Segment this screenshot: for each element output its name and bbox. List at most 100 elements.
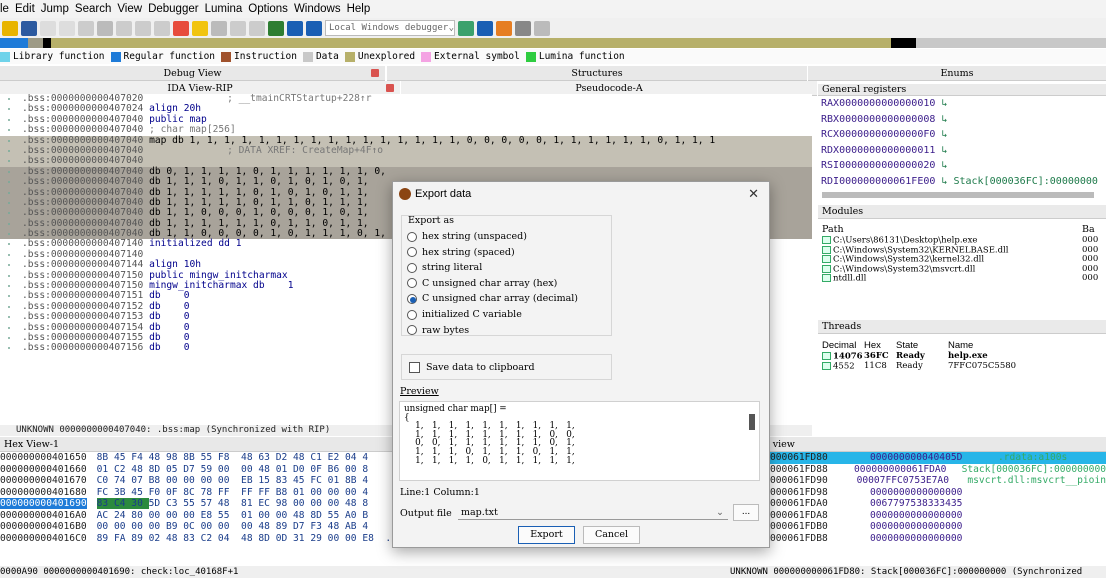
breakpoint-dot-icon[interactable]: [8, 170, 10, 173]
breakpoint-dot-icon[interactable]: [8, 233, 10, 236]
close-icon[interactable]: [386, 84, 394, 92]
stack-row[interactable]: 000061FD90 00007FFC0753E7A0 msvcrt.dll:msv…: [760, 475, 1106, 487]
breakpoint-dot-icon[interactable]: [8, 285, 10, 288]
export-option-radio[interactable]: string literal: [407, 262, 482, 273]
trace-icon[interactable]: [496, 20, 512, 36]
export-option-radio[interactable]: raw bytes: [407, 325, 469, 336]
menu-item-help[interactable]: Help: [347, 3, 371, 15]
debug-view-header[interactable]: Debug View: [0, 66, 385, 81]
data-icon[interactable]: [116, 20, 132, 36]
breakpoint-dot-icon[interactable]: [8, 201, 10, 204]
breakpoint-dot-icon[interactable]: [8, 160, 10, 163]
stack-row[interactable]: 000061FDA0 0067797538333435: [760, 498, 1106, 510]
enums-header[interactable]: Enums: [808, 66, 1106, 81]
stack-row[interactable]: 000061FD80 000000000040405D .rdata:a100s: [760, 452, 1106, 464]
breakpoint-dot-icon[interactable]: [8, 129, 10, 132]
menu-item-options[interactable]: Options: [248, 3, 288, 15]
menu-item-edit[interactable]: Edit: [15, 3, 35, 15]
registers-scrollbar[interactable]: [822, 192, 1094, 198]
breakpoint-dot-icon[interactable]: [8, 212, 10, 215]
back-icon[interactable]: [40, 20, 56, 36]
menu-item-lumina[interactable]: Lumina: [205, 3, 243, 15]
menu-item-view[interactable]: View: [117, 3, 142, 15]
menu-item-windows[interactable]: Windows: [294, 3, 341, 15]
register-row[interactable]: RDX0000000000000011 ↳: [818, 143, 1106, 159]
export-option-radio[interactable]: hex string (unspaced): [407, 231, 527, 242]
breakpoint-dot-icon[interactable]: [8, 118, 10, 121]
navigation-band[interactable]: [0, 38, 1106, 48]
alert-icon[interactable]: [173, 20, 189, 36]
preview-scrollbar[interactable]: [749, 414, 755, 430]
run-to-icon[interactable]: [515, 20, 531, 36]
chevron-down-icon[interactable]: ⌄: [716, 507, 724, 518]
clipboard-checkbox[interactable]: Save data to clipboard: [409, 362, 535, 373]
dialog-titlebar[interactable]: Export data: [393, 182, 769, 206]
register-row[interactable]: RAX0000000000000010 ↳: [818, 96, 1106, 112]
breakpoint-dot-icon[interactable]: [8, 191, 10, 194]
breakpoint-dot-icon[interactable]: [8, 149, 10, 152]
stack-row[interactable]: 000061FD88 000000000061FDA0 Stack[000036FC…: [760, 464, 1106, 476]
breakpoint-dot-icon[interactable]: [8, 253, 10, 256]
breakpoint-dot-icon[interactable]: [8, 316, 10, 319]
cancel-button[interactable]: Cancel: [583, 526, 640, 544]
export-option-radio[interactable]: C unsigned char array (decimal): [407, 293, 578, 304]
module-row[interactable]: ntdll.dll 000: [818, 273, 1106, 284]
stack-row[interactable]: 000061FDB8 0000000000000000: [760, 533, 1106, 545]
register-value[interactable]: 00000000000000F0: [839, 129, 935, 140]
export-option-radio[interactable]: C unsigned char array (hex): [407, 278, 557, 289]
debugger-select[interactable]: Local Windows debugger ⌄: [325, 20, 455, 36]
breakpoint-dot-icon[interactable]: [8, 347, 10, 350]
register-value[interactable]: 0000000000000008: [839, 114, 935, 125]
graph-icon[interactable]: [211, 20, 227, 36]
stack-row[interactable]: 000061FD98 0000000000000000: [760, 487, 1106, 499]
step-icon[interactable]: [477, 20, 493, 36]
register-value[interactable]: 000000000061FE00: [839, 176, 935, 187]
breakpoint-dot-icon[interactable]: [8, 222, 10, 225]
close-icon[interactable]: [371, 69, 379, 77]
register-row[interactable]: RCX00000000000000F0 ↳: [818, 127, 1106, 143]
breakpoint-dot-icon[interactable]: [8, 326, 10, 329]
stack-row[interactable]: 000061FDA8 0000000000000000: [760, 510, 1106, 522]
register-row[interactable]: RDI000000000061FE00 ↳ Stack[000036FC]:00…: [818, 174, 1106, 190]
bookmark-icon[interactable]: [97, 20, 113, 36]
register-value[interactable]: 0000000000000011: [839, 145, 935, 156]
output-file-input[interactable]: map.txt ⌄: [458, 505, 728, 520]
nav-icon[interactable]: [78, 20, 94, 36]
export-option-radio[interactable]: initialized C variable: [407, 309, 522, 320]
open-icon[interactable]: [2, 20, 18, 36]
function-icon[interactable]: [230, 20, 246, 36]
stop-icon[interactable]: [306, 20, 322, 36]
options-icon[interactable]: [534, 20, 550, 36]
forward-icon[interactable]: [59, 20, 75, 36]
export-option-radio[interactable]: hex string (spaced): [407, 247, 515, 258]
register-row[interactable]: RBX0000000000000008 ↳: [818, 112, 1106, 128]
breakpoint-dot-icon[interactable]: [8, 181, 10, 184]
menu-item-debugger[interactable]: Debugger: [148, 3, 199, 15]
register-row[interactable]: RSI0000000000000020 ↳: [818, 158, 1106, 174]
thread-row[interactable]: 4552 11C8 Ready 7FFC075C5580: [818, 361, 1106, 372]
menu-item-search[interactable]: Search: [75, 3, 111, 15]
cross-icon[interactable]: [249, 20, 265, 36]
breakpoint-dot-icon[interactable]: [8, 305, 10, 308]
play-icon[interactable]: [268, 20, 284, 36]
menu-item-jump[interactable]: Jump: [41, 3, 69, 15]
stack-view[interactable]: 000061FD80 000000000040405D .rdata:a100s 00…: [760, 452, 1106, 566]
breakpoint-dot-icon[interactable]: [8, 274, 10, 277]
attach-icon[interactable]: [458, 20, 474, 36]
text-icon[interactable]: [135, 20, 151, 36]
breakpoint-dot-icon[interactable]: [8, 243, 10, 246]
browse-button[interactable]: ...: [733, 504, 759, 521]
preview-textbox[interactable]: unsigned char map[] ={ 1, 1, 1, 1, 1, 1,…: [399, 401, 760, 481]
lumina-icon[interactable]: [192, 20, 208, 36]
breakpoint-dot-icon[interactable]: [8, 264, 10, 267]
breakpoint-dot-icon[interactable]: [8, 295, 10, 298]
close-icon[interactable]: ✕: [748, 186, 759, 202]
export-button[interactable]: Export: [518, 526, 575, 544]
pause-icon[interactable]: [287, 20, 303, 36]
up-icon[interactable]: [154, 20, 170, 36]
breakpoint-dot-icon[interactable]: [8, 98, 10, 100]
save-icon[interactable]: [21, 20, 37, 36]
stack-row[interactable]: 000061FDB0 0000000000000000: [760, 521, 1106, 533]
breakpoint-dot-icon[interactable]: [8, 108, 10, 111]
structures-header[interactable]: Structures: [387, 66, 807, 81]
